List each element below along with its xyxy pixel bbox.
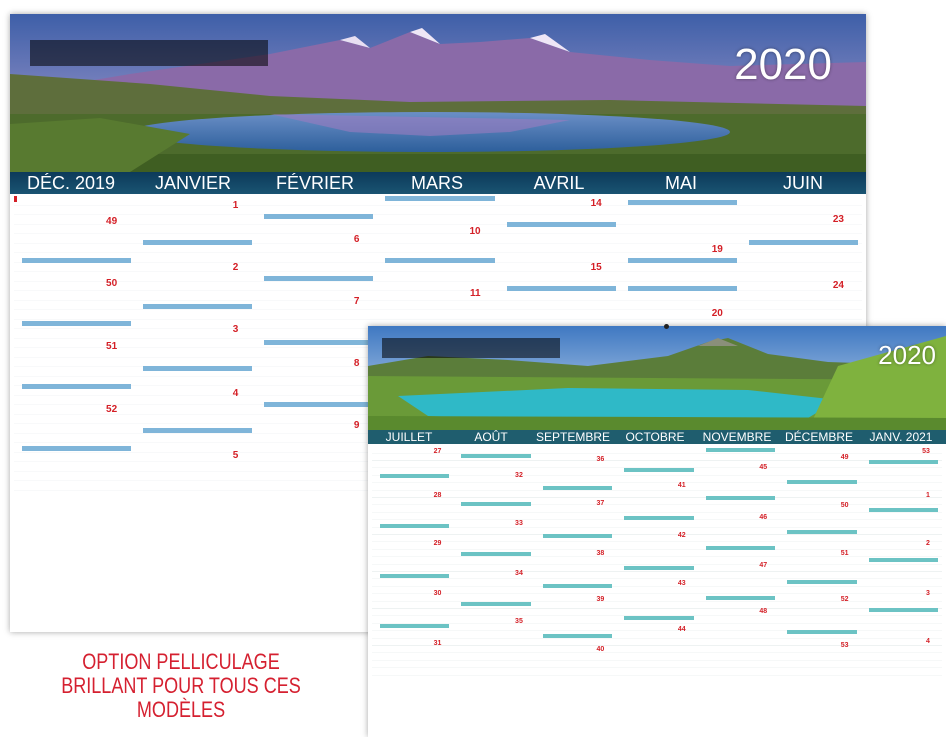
year-title: 2020 xyxy=(878,340,936,370)
week-number: 39 xyxy=(596,596,605,603)
month-column: 27 28 29 30 31 xyxy=(372,446,454,676)
week-number: 49 xyxy=(106,216,118,227)
week-number: 19 xyxy=(711,244,723,255)
week-number: 23 xyxy=(832,214,844,225)
month-header: AVRIL xyxy=(533,173,585,193)
week-number: 40 xyxy=(596,646,605,653)
week-number: 51 xyxy=(106,341,118,352)
week-number: 32 xyxy=(515,472,523,479)
month-column: 45 46 47 48 xyxy=(697,446,780,676)
photo-caption-box xyxy=(30,40,268,66)
month-header: OCTOBRE xyxy=(625,430,685,444)
week-number: 52 xyxy=(840,596,849,603)
month-column: 53 1 2 3 4 xyxy=(860,446,942,676)
week-number: 52 xyxy=(106,404,118,415)
week-number: 43 xyxy=(677,580,686,587)
lamination-option-caption: OPTION PELLICULAGE BRILLANT POUR TOUS CE… xyxy=(38,650,325,722)
week-number: 7 xyxy=(353,296,360,307)
caption-line-1: OPTION PELLICULAGE xyxy=(82,649,280,674)
month-header: JANV. 2021 xyxy=(869,430,933,444)
month-column: 49 50 51 52 xyxy=(14,196,136,492)
week-number: 3 xyxy=(926,590,930,597)
month-header-row: DÉC. 2019 JANVIER FÉVRIER MARS AVRIL MAI… xyxy=(10,172,866,194)
week-number: 34 xyxy=(515,570,523,577)
week-number: 51 xyxy=(840,550,849,557)
week-number: 6 xyxy=(353,234,360,245)
week-number: 49 xyxy=(840,454,849,461)
week-number: 33 xyxy=(515,520,523,527)
month-column: 32 33 34 35 xyxy=(453,446,535,676)
week-number: 46 xyxy=(759,514,768,521)
photo-caption-box xyxy=(382,338,560,358)
day-grid: 27 28 29 30 31 32 33 34 35 36 37 38 39 4… xyxy=(372,446,942,676)
week-number: 27 xyxy=(433,448,442,455)
caption-line-2: BRILLANT POUR TOUS CES MODÈLES xyxy=(61,673,301,722)
week-number: 2 xyxy=(232,262,239,273)
week-number: 38 xyxy=(596,550,605,557)
week-number: 4 xyxy=(232,388,239,399)
week-number: 31 xyxy=(433,640,442,647)
week-number: 42 xyxy=(677,532,686,539)
month-header: MARS xyxy=(410,173,463,193)
week-number: 10 xyxy=(469,226,481,237)
week-number: 1 xyxy=(232,200,239,211)
month-header: DÉCEMBRE xyxy=(784,430,853,444)
week-number: 28 xyxy=(433,492,442,499)
month-header: JUILLET xyxy=(385,430,433,444)
week-number: 8 xyxy=(353,358,360,369)
mountain-lake-photo: 2020 xyxy=(10,14,866,172)
week-number: 9 xyxy=(353,420,360,431)
month-header: FÉVRIER xyxy=(275,173,354,193)
week-number: 37 xyxy=(596,500,605,507)
week-number: 53 xyxy=(840,642,849,649)
month-header: NOVEMBRE xyxy=(702,430,772,444)
week-number: 53 xyxy=(922,448,930,455)
month-column: 36 37 38 39 40 xyxy=(534,446,617,676)
week-number: 20 xyxy=(711,308,723,319)
hanging-hole xyxy=(664,324,669,329)
week-number: 50 xyxy=(106,278,118,289)
week-number: 44 xyxy=(677,626,686,633)
week-number: 14 xyxy=(590,198,602,209)
turquoise-lake-photo: 2020 xyxy=(368,326,946,430)
month-header: JANVIER xyxy=(154,173,232,193)
week-number: 15 xyxy=(590,262,602,273)
week-number: 30 xyxy=(433,590,442,597)
month-column: 1 2 3 4 5 xyxy=(135,196,257,492)
month-header: MAI xyxy=(664,173,697,193)
week-number: 45 xyxy=(759,464,768,471)
week-number: 29 xyxy=(433,540,442,547)
month-header: SEPTEMBRE xyxy=(535,430,610,444)
month-column: 49 50 51 52 53 xyxy=(779,446,861,676)
year-title: 2020 xyxy=(734,40,832,89)
week-number: 3 xyxy=(232,324,239,335)
month-column: 6 7 8 9 xyxy=(256,196,378,492)
week-number: 41 xyxy=(677,482,686,489)
month-header: AOÛT xyxy=(474,430,508,444)
week-number: 50 xyxy=(840,502,849,509)
week-number: 4 xyxy=(926,638,930,645)
calendar-footer xyxy=(368,677,946,737)
week-number: 47 xyxy=(759,562,768,569)
week-number: 11 xyxy=(469,288,481,299)
week-number: 24 xyxy=(832,280,844,291)
week-number: 36 xyxy=(596,456,605,463)
week-number: 35 xyxy=(515,618,523,625)
week-number: 1 xyxy=(926,492,930,499)
month-header-row: JUILLET AOÛT SEPTEMBRE OCTOBRE NOVEMBRE … xyxy=(368,430,946,444)
calendar-sheet-2020-second-half: 2020 JUILLET AOÛT SEPTEMBRE OCTOBRE NOVE… xyxy=(368,326,946,737)
month-header: JUIN xyxy=(783,173,823,193)
week-number: 48 xyxy=(759,608,768,615)
month-header: DÉC. 2019 xyxy=(26,173,116,193)
week-number: 2 xyxy=(926,540,930,547)
week-number: 5 xyxy=(232,450,239,461)
month-column: 41 42 43 44 xyxy=(616,446,698,676)
